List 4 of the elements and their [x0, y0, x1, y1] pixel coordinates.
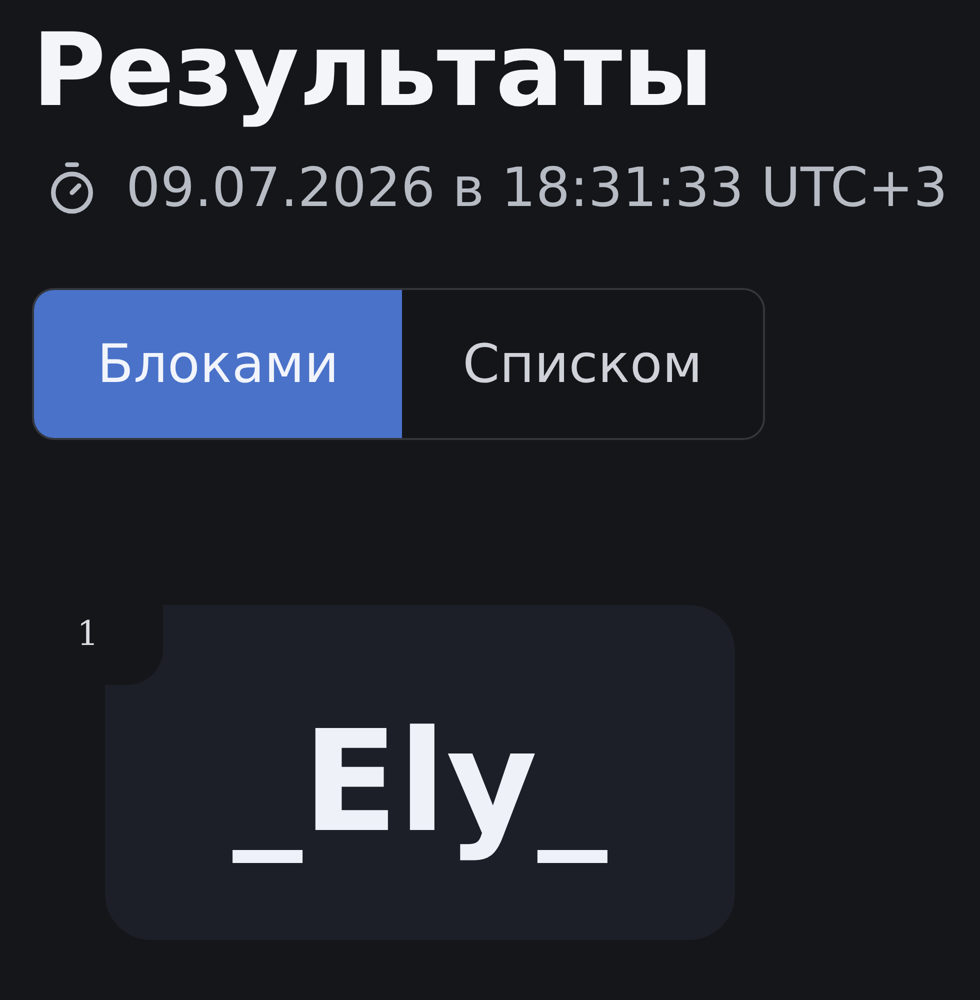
- page-title: Результаты: [32, 10, 714, 130]
- player-name: _Ely_: [232, 700, 608, 866]
- timestamp-text: 09.07.2026 в 18:31:33 UTC+3: [126, 156, 948, 220]
- view-tab[interactable]: Блоками: [34, 290, 402, 438]
